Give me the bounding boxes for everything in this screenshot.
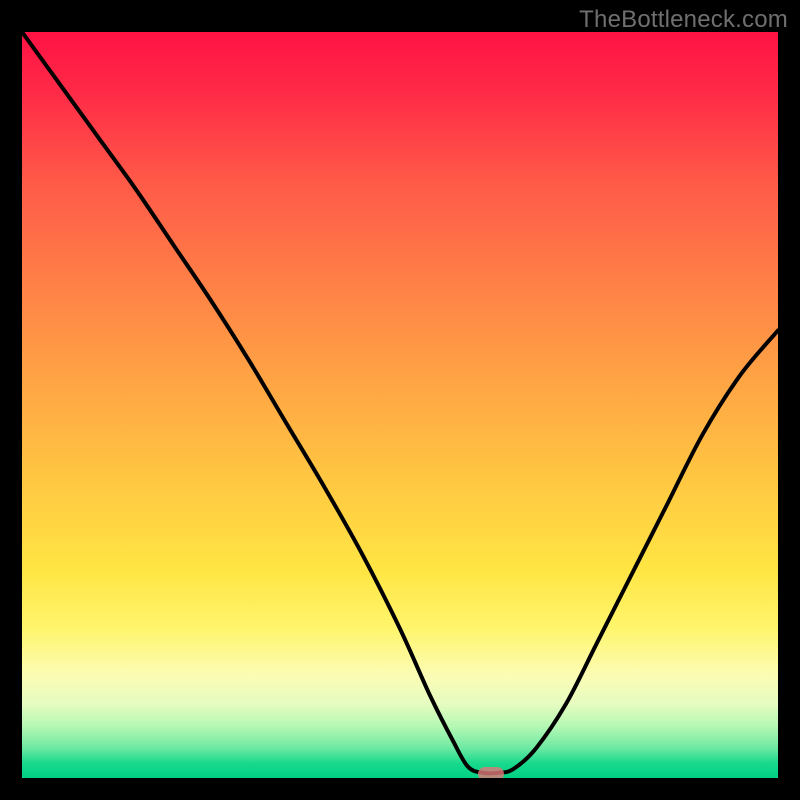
axis-border-left	[0, 0, 22, 800]
plot-area	[22, 32, 778, 778]
chart-frame: TheBottleneck.com	[0, 0, 800, 800]
axis-border-right	[778, 0, 800, 800]
axis-border-bottom	[0, 778, 800, 800]
bottleneck-curve	[22, 32, 778, 778]
optimal-marker	[478, 767, 504, 778]
watermark-text: TheBottleneck.com	[579, 6, 788, 34]
